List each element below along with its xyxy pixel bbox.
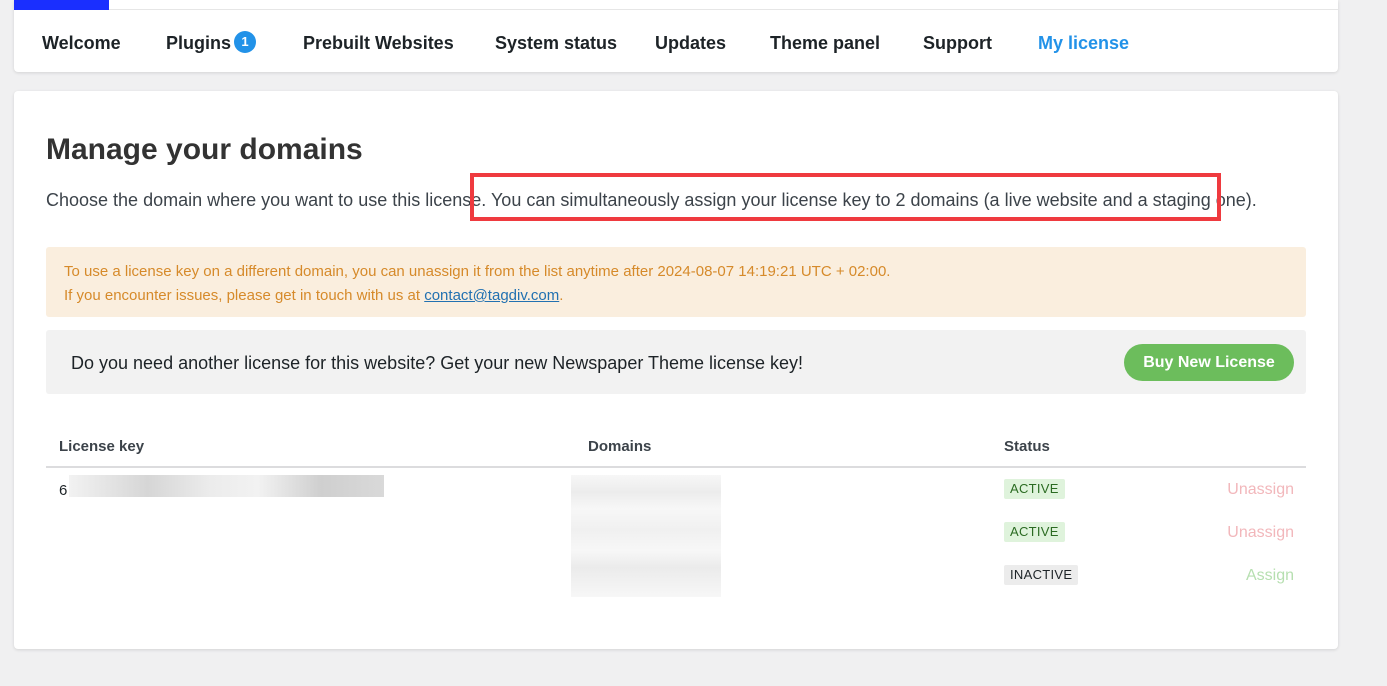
tab-plugins[interactable]: Plugins <box>166 31 231 55</box>
status-badge: ACTIVE <box>1004 479 1065 499</box>
license-key-value: 6 <box>59 482 68 499</box>
nav-accent-bar <box>14 0 109 10</box>
column-header-license-key: License key <box>59 438 145 455</box>
top-navigation: Welcome Plugins 1 Prebuilt Websites Syst… <box>14 0 1338 72</box>
page-title: Manage your domains <box>46 133 363 166</box>
license-key-redacted <box>69 475 384 497</box>
plugins-count-badge: 1 <box>234 31 256 53</box>
buy-new-license-button[interactable]: Buy New License <box>1124 344 1294 381</box>
promo-text: Do you need another license for this web… <box>71 353 804 373</box>
domains-redacted <box>571 475 721 597</box>
tab-welcome[interactable]: Welcome <box>42 31 121 55</box>
column-header-status: Status <box>1004 438 1050 455</box>
tab-updates[interactable]: Updates <box>655 31 726 55</box>
notice-box: To use a license key on a different doma… <box>46 247 1306 317</box>
highlight-annotation <box>470 173 1221 221</box>
tab-my-license[interactable]: My license <box>1038 31 1129 55</box>
notice-line-2-suffix: . <box>559 287 564 304</box>
status-badge: ACTIVE <box>1004 522 1065 542</box>
column-header-domains: Domains <box>588 438 652 455</box>
notice-line-1: To use a license key on a different doma… <box>64 263 891 280</box>
status-badge: INACTIVE <box>1004 565 1079 585</box>
tab-prebuilt-websites[interactable]: Prebuilt Websites <box>303 31 454 55</box>
unassign-link[interactable]: Unassign <box>1227 523 1294 543</box>
notice-line-2: If you encounter issues, please get in t… <box>64 284 1288 308</box>
tab-support[interactable]: Support <box>923 31 992 55</box>
tab-theme-panel[interactable]: Theme panel <box>770 31 880 55</box>
notice-line-2-prefix: If you encounter issues, please get in t… <box>64 287 425 304</box>
assign-link[interactable]: Assign <box>1246 566 1294 586</box>
tab-system-status[interactable]: System status <box>495 31 617 55</box>
unassign-link[interactable]: Unassign <box>1227 480 1294 500</box>
intro-text-part1: Choose the domain where you want to use … <box>46 190 487 210</box>
contact-email-link[interactable]: contact@tagdiv.com <box>424 287 559 304</box>
nav-divider <box>109 9 1338 10</box>
license-panel: Manage your domains Choose the domain wh… <box>14 91 1338 649</box>
promo-banner: Do you need another license for this web… <box>46 330 1306 394</box>
table-header-divider <box>46 466 1306 468</box>
